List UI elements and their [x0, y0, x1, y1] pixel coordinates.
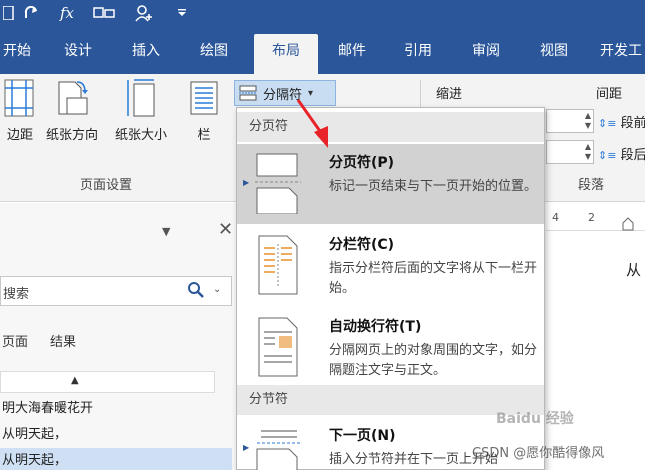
- list-item-selected[interactable]: 从明天起，: [0, 448, 232, 470]
- search-icon[interactable]: [187, 281, 205, 303]
- column-break-desc: 指示分栏符后面的文字将从下一栏开始。: [329, 261, 538, 296]
- next-page-title: 下一页(N): [329, 428, 396, 444]
- column-break-icon: [255, 234, 303, 295]
- page-break-desc: 标记一页结束与下一页开始的位置。: [329, 179, 538, 194]
- navigation-pane: ▼ ✕ 搜索 ⌄ 页面 结果 ▲ 明大海春暖花开 从明天起， 从明天起，: [0, 203, 238, 470]
- search-placeholder: 搜索: [3, 287, 30, 302]
- indent-right-spinner[interactable]: ▲ ▼: [546, 140, 594, 164]
- page-break-item[interactable]: ▶ 分页符(P) 标记一页结束与下一页开始的位置。: [237, 144, 544, 224]
- list-item[interactable]: 从明天起，: [0, 422, 232, 448]
- indent-left-spinner[interactable]: ▲ ▼: [546, 109, 594, 133]
- size-label: 纸张大小: [114, 128, 167, 143]
- tab-view[interactable]: 视图: [534, 34, 574, 74]
- ribbon-tabs: 开始 设计 插入 绘图 布局 邮件 引用 审阅 视图 开发工: [0, 26, 645, 74]
- columns-label: 栏: [197, 128, 211, 143]
- caret-icon: ▶: [243, 178, 250, 187]
- tab-mailings[interactable]: 邮件: [332, 34, 372, 74]
- column-break-title: 分栏符(C): [329, 237, 395, 253]
- text-wrapping-title: 自动换行符(T): [329, 319, 422, 335]
- tab-developer[interactable]: 开发工: [600, 34, 645, 74]
- column-break-item[interactable]: 分栏符(C) 指示分栏符后面的文字将从下一栏开始。: [237, 226, 544, 308]
- collapse-bar[interactable]: ▲: [0, 371, 215, 393]
- caret-icon: ▶: [243, 443, 250, 452]
- tab-insert[interactable]: 插入: [126, 34, 166, 74]
- redo-icon[interactable]: [20, 2, 42, 24]
- pane-options-icon[interactable]: ▼: [162, 225, 170, 238]
- formula-icon[interactable]: fx: [56, 2, 78, 24]
- columns-icon: [187, 78, 221, 118]
- text-wrapping-break-item[interactable]: 自动换行符(T) 分隔网页上的对象周围的文字，如分隔题注文字与正文。: [237, 308, 544, 388]
- tab-layout[interactable]: 布局: [254, 34, 318, 74]
- tab-results[interactable]: 结果: [50, 331, 76, 350]
- text-wrapping-icon: [255, 316, 303, 377]
- tab-home[interactable]: 开始: [0, 34, 34, 74]
- spacing-after-icon: ⇕≡: [598, 149, 617, 162]
- close-icon[interactable]: ✕: [218, 219, 233, 240]
- size-button[interactable]: 纸张大小: [108, 78, 174, 143]
- spacing-before-label: ⇕≡ 段前: [598, 116, 645, 131]
- baidu-watermark: Baidu 经验: [496, 411, 574, 427]
- paragraph-group-label: 段落: [578, 178, 605, 193]
- margins-label: 边距: [6, 128, 33, 143]
- page-breaks-header: 分页符: [237, 112, 544, 142]
- columns-button[interactable]: 栏: [186, 78, 222, 143]
- annotation-arrow: [296, 99, 328, 148]
- quick-access-toolbar: fx: [0, 0, 645, 26]
- paper-size-icon: [124, 78, 158, 118]
- breaks-icon: [239, 85, 257, 101]
- page-break-title: 分页符(P): [329, 155, 395, 171]
- list-item[interactable]: 明大海春暖花开: [0, 396, 232, 422]
- orientation-label: 纸张方向: [45, 128, 98, 143]
- document-page[interactable]: 从: [546, 231, 645, 470]
- spacing-after-label: ⇕≡ 段后: [598, 148, 645, 163]
- search-options-icon[interactable]: ⌄: [213, 284, 221, 295]
- margins-icon: [3, 78, 37, 118]
- document-text: 从: [626, 261, 642, 279]
- tab-draw[interactable]: 绘图: [194, 34, 234, 74]
- spacing-before-icon: ⇕≡: [598, 117, 617, 130]
- tab-review[interactable]: 审阅: [466, 34, 506, 74]
- next-page-icon: [255, 425, 303, 470]
- customize-toolbar-icon[interactable]: [176, 2, 188, 24]
- spacing-label: 间距: [596, 87, 623, 102]
- orientation-icon: [55, 78, 89, 118]
- tab-references[interactable]: 引用: [398, 34, 438, 74]
- page-break-icon: [255, 152, 303, 215]
- table-insert-icon[interactable]: [92, 2, 116, 24]
- ruler-mark: 4: [552, 211, 559, 224]
- page-setup-group-label: 页面设置: [80, 178, 133, 193]
- horizontal-ruler: 4 2: [546, 203, 645, 231]
- collapse-up-icon: ▲: [71, 375, 79, 386]
- tab-design[interactable]: 设计: [58, 34, 98, 74]
- ruler-mark: 2: [588, 211, 595, 224]
- search-input[interactable]: 搜索 ⌄: [0, 276, 232, 306]
- orientation-button[interactable]: 纸张方向: [40, 78, 104, 143]
- indent-label: 缩进: [436, 87, 463, 102]
- tab-pages[interactable]: 页面: [2, 331, 28, 350]
- add-person-icon[interactable]: [132, 2, 156, 24]
- csdn-watermark: CSDN @愿你酷得像风: [472, 446, 605, 461]
- margins-button[interactable]: 边距: [0, 78, 40, 143]
- text-wrapping-desc: 分隔网页上的对象周围的文字，如分隔题注文字与正文。: [329, 343, 538, 378]
- save-icon[interactable]: [2, 2, 16, 24]
